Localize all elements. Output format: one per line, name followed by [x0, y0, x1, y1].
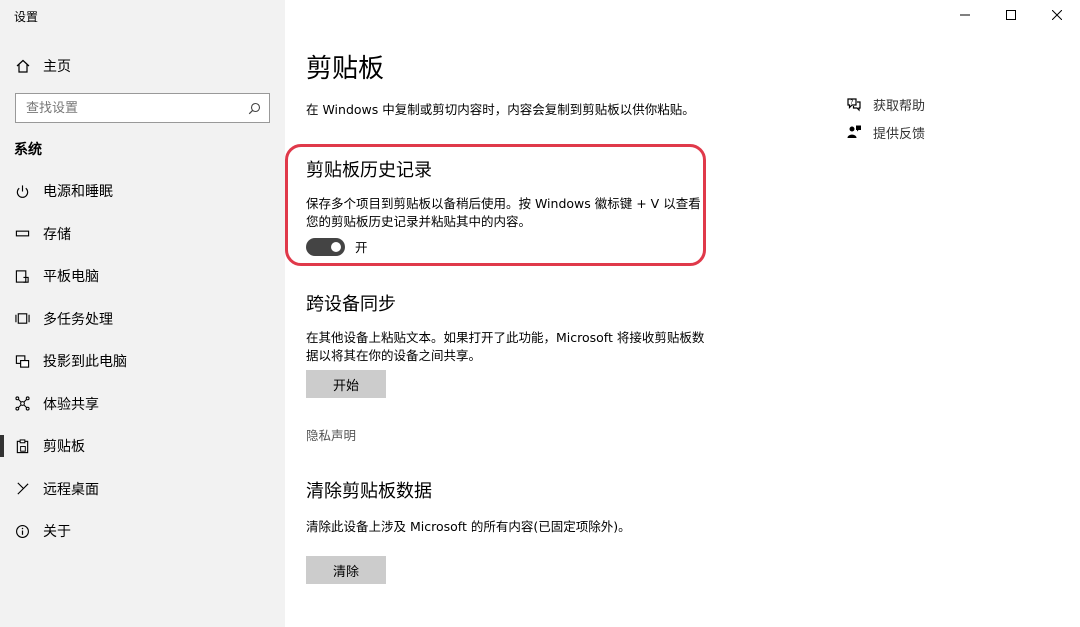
get-help-link[interactable]: ? 获取帮助 — [845, 90, 925, 118]
clear-data-heading: 清除剪贴板数据 — [306, 481, 432, 502]
sidebar-item-label: 远程桌面 — [43, 481, 99, 498]
home-link[interactable]: 主页 — [14, 55, 71, 77]
search-icon[interactable] — [247, 101, 261, 115]
project-icon — [14, 353, 30, 369]
toggle-state-label: 开 — [355, 240, 368, 255]
clipboard-icon — [14, 438, 30, 454]
minimize-button[interactable] — [942, 0, 988, 30]
sidebar-item-project[interactable]: 投影到此电脑 — [0, 340, 285, 383]
clipboard-history-text-line1: 保存多个项目到剪贴板以备稍后使用。按 Windows 徽标键 + V 以查看 — [306, 196, 701, 211]
multitasking-icon — [14, 311, 30, 327]
window-controls — [942, 0, 1080, 30]
feedback-link[interactable]: 提供反馈 — [845, 118, 925, 146]
sidebar-item-label: 平板电脑 — [43, 269, 99, 286]
search-input[interactable] — [26, 100, 247, 116]
clipboard-history-heading: 剪贴板历史记录 — [306, 160, 432, 181]
tablet-icon — [14, 268, 30, 284]
sidebar-item-clipboard[interactable]: 剪贴板 — [0, 425, 285, 468]
clipboard-history-toggle[interactable] — [306, 237, 345, 256]
minimize-icon — [960, 14, 970, 16]
feedback-icon — [845, 123, 863, 141]
feedback-label: 提供反馈 — [873, 126, 926, 142]
help-chat-icon: ? — [845, 95, 863, 113]
clipboard-history-description: 保存多个项目到剪贴板以备稍后使用。按 Windows 徽标键 + V 以查看 您… — [306, 195, 706, 231]
sidebar-item-label: 电源和睡眠 — [43, 184, 113, 201]
clipboard-history-text-line2: 您的剪贴板历史记录并粘贴其中的内容。 — [306, 214, 532, 229]
sidebar-item-shared-experiences[interactable]: 体验共享 — [0, 383, 285, 426]
clipboard-history-toggle-row: 开 — [306, 237, 368, 256]
power-icon — [14, 183, 30, 199]
sidebar-item-label: 剪贴板 — [43, 439, 85, 456]
close-icon — [1052, 10, 1062, 20]
page-title: 剪贴板 — [306, 54, 385, 84]
help-panel: ? 获取帮助 提供反馈 — [845, 90, 925, 146]
window-title: 设置 — [14, 10, 39, 24]
shared-experiences-icon — [14, 396, 30, 412]
search-box[interactable] — [15, 93, 270, 123]
sync-description: 在其他设备上粘贴文本。如果打开了此功能，Microsoft 将接收剪贴板数 据以… — [306, 329, 706, 365]
sidebar-item-remote-desktop[interactable]: 远程桌面 — [0, 468, 285, 511]
svg-text:?: ? — [850, 99, 853, 106]
section-label: 系统 — [14, 142, 42, 158]
remote-desktop-icon — [14, 481, 30, 497]
storage-icon — [14, 226, 30, 242]
close-button[interactable] — [1034, 0, 1080, 30]
sidebar-item-power-sleep[interactable]: 电源和睡眠 — [0, 170, 285, 213]
sidebar-item-multitasking[interactable]: 多任务处理 — [0, 298, 285, 341]
clear-button[interactable]: 清除 — [306, 556, 386, 584]
sidebar-item-storage[interactable]: 存储 — [0, 213, 285, 256]
privacy-statement-link[interactable]: 隐私声明 — [306, 425, 356, 444]
maximize-button[interactable] — [988, 0, 1034, 30]
sidebar-item-label: 存储 — [43, 226, 71, 243]
clear-data-description: 清除此设备上涉及 Microsoft 的所有内容(已固定项除外)。 — [306, 519, 631, 534]
page-description: 在 Windows 中复制或剪切内容时，内容会复制到剪贴板以供你粘贴。 — [306, 102, 695, 117]
sidebar: 设置 主页 系统 电源和睡眠 存储 平板电脑 — [0, 0, 285, 627]
sidebar-item-about[interactable]: 关于 — [0, 510, 285, 553]
sync-text-line2: 据以将其在你的设备之间共享。 — [306, 348, 482, 363]
maximize-icon — [1006, 10, 1016, 20]
info-icon — [14, 523, 30, 539]
sync-text-line1: 在其他设备上粘贴文本。如果打开了此功能，Microsoft 将接收剪贴板数 — [306, 330, 705, 345]
toggle-knob — [331, 241, 341, 252]
sync-start-button[interactable]: 开始 — [306, 370, 386, 398]
sidebar-nav: 电源和睡眠 存储 平板电脑 多任务处理 投影到此电脑 体验共享 剪贴板 远程桌面… — [0, 170, 285, 553]
home-icon — [14, 57, 32, 75]
main-content: 剪贴板 在 Windows 中复制或剪切内容时，内容会复制到剪贴板以供你粘贴。 … — [285, 0, 1080, 627]
sidebar-item-tablet[interactable]: 平板电脑 — [0, 255, 285, 298]
sidebar-item-label: 关于 — [43, 524, 71, 541]
home-label: 主页 — [43, 59, 71, 75]
sidebar-item-label: 投影到此电脑 — [43, 354, 127, 371]
sidebar-item-label: 多任务处理 — [43, 311, 113, 328]
sidebar-item-label: 体验共享 — [43, 396, 99, 413]
get-help-label: 获取帮助 — [873, 98, 926, 114]
sync-heading: 跨设备同步 — [306, 294, 396, 315]
